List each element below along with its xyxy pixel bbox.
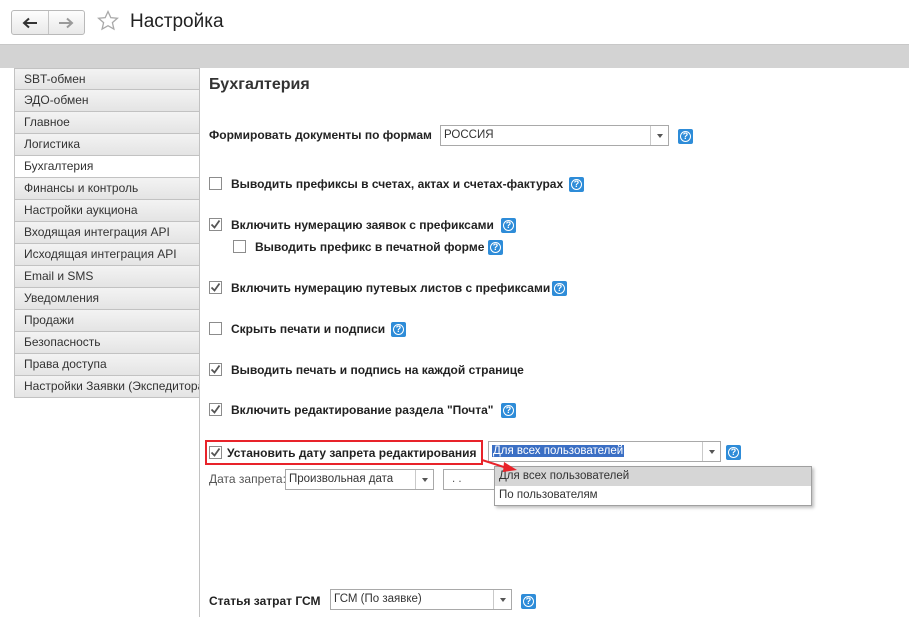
- fuel-cost-value: ГСМ (По заявке): [334, 593, 422, 605]
- ban-date-label: Дата запрета:: [209, 472, 286, 486]
- stamp-each-page-checkbox[interactable]: [209, 363, 222, 376]
- sidebar-item-inbound-api[interactable]: Входящая интеграция API: [14, 222, 200, 244]
- arrow-left-icon: [22, 17, 37, 28]
- checkmark-icon: [210, 282, 221, 292]
- mail-editing-label: Включить редактирование раздела "Почта": [231, 403, 494, 417]
- command-bar: [0, 44, 909, 68]
- order-numbering-checkbox[interactable]: [209, 218, 222, 231]
- star-outline-icon[interactable]: [96, 9, 120, 33]
- annotation-arrow-icon: [481, 450, 517, 472]
- sidebar-item-order-settings[interactable]: Настройки Заявки (Экспедитора): [14, 376, 200, 398]
- sidebar-item-finance[interactable]: Финансы и контроль: [14, 178, 200, 200]
- sidebar-item-sbt-exchange[interactable]: SBT-обмен: [14, 68, 200, 90]
- mail-editing-checkbox[interactable]: [209, 403, 222, 416]
- order-numbering-label: Включить нумерацию заявок с префиксами: [231, 218, 494, 232]
- edit-ban-date-label: Установить дату запрета редактирования: [227, 446, 477, 460]
- sidebar-item-security[interactable]: Безопасность: [14, 332, 200, 354]
- prefixes-in-docs-checkbox[interactable]: [209, 177, 222, 190]
- ban-scope-dropdown: Для всех пользователей По пользователям: [494, 466, 812, 506]
- checkmark-icon: [210, 364, 221, 374]
- section-title: Бухгалтерия: [209, 76, 310, 93]
- help-icon[interactable]: ?: [569, 177, 584, 192]
- doc-forms-label: Формировать документы по формам: [209, 128, 432, 142]
- sidebar-item-main[interactable]: Главное: [14, 112, 200, 134]
- help-icon[interactable]: ?: [488, 240, 503, 255]
- help-icon[interactable]: ?: [726, 445, 741, 460]
- chevron-down-icon[interactable]: [702, 442, 720, 461]
- checkmark-icon: [210, 219, 221, 229]
- help-icon[interactable]: ?: [391, 322, 406, 337]
- fuel-cost-label: Статья затрат ГСМ: [209, 594, 321, 608]
- history-nav: [11, 10, 85, 35]
- hide-stamps-label: Скрыть печати и подписи: [231, 322, 386, 336]
- forward-button[interactable]: [47, 11, 85, 34]
- dropdown-option-all-users[interactable]: Для всех пользователей: [495, 467, 811, 486]
- waybill-numbering-label: Включить нумерацию путевых листов с преф…: [231, 281, 551, 295]
- doc-forms-select[interactable]: РОССИЯ: [440, 125, 669, 146]
- waybill-numbering-checkbox[interactable]: [209, 281, 222, 294]
- help-icon[interactable]: ?: [501, 403, 516, 418]
- doc-forms-value: РОССИЯ: [444, 129, 494, 141]
- sidebar-item-logistics[interactable]: Логистика: [14, 134, 200, 156]
- sidebar-item-email-sms[interactable]: Email и SMS: [14, 266, 200, 288]
- dropdown-option-by-users[interactable]: По пользователям: [495, 486, 811, 505]
- hide-stamps-checkbox[interactable]: [209, 322, 222, 335]
- chevron-down-icon[interactable]: [493, 590, 511, 609]
- ban-date-mode-value: Произвольная дата: [289, 473, 394, 485]
- checkmark-icon: [210, 404, 221, 414]
- print-prefix-checkbox[interactable]: [233, 240, 246, 253]
- help-icon[interactable]: ?: [678, 129, 693, 144]
- chevron-down-icon[interactable]: [650, 126, 668, 145]
- stamp-each-page-label: Выводить печать и подпись на каждой стра…: [231, 363, 524, 377]
- sidebar-item-outbound-api[interactable]: Исходящая интеграция API: [14, 244, 200, 266]
- sidebar-item-auction[interactable]: Настройки аукциона: [14, 200, 200, 222]
- print-prefix-label: Выводить префикс в печатной форме: [255, 240, 485, 254]
- help-icon[interactable]: ?: [521, 594, 536, 609]
- sidebar-divider: [199, 68, 200, 617]
- sidebar-item-sales[interactable]: Продажи: [14, 310, 200, 332]
- window-title: Настройка: [130, 11, 224, 32]
- sidebar-item-access-rights[interactable]: Права доступа: [14, 354, 200, 376]
- sidebar-item-accounting[interactable]: Бухгалтерия: [14, 156, 200, 178]
- checkmark-icon: [210, 447, 221, 457]
- ban-scope-select[interactable]: Для всех пользователей: [488, 441, 721, 462]
- sidebar-item-edo-exchange[interactable]: ЭДО-обмен: [14, 90, 200, 112]
- help-icon[interactable]: ?: [552, 281, 567, 296]
- help-icon[interactable]: ?: [501, 218, 516, 233]
- prefixes-in-docs-label: Выводить префиксы в счетах, актах и счет…: [231, 177, 564, 191]
- ban-date-mode-select[interactable]: Произвольная дата: [285, 469, 434, 490]
- fuel-cost-select[interactable]: ГСМ (По заявке): [330, 589, 512, 610]
- sidebar-item-notifications[interactable]: Уведомления: [14, 288, 200, 310]
- ban-date-input[interactable]: . .: [443, 469, 496, 490]
- edit-ban-date-checkbox[interactable]: [209, 446, 222, 459]
- back-button[interactable]: [12, 11, 48, 34]
- settings-sidebar: SBT-обмен ЭДО-обмен Главное Логистика Бу…: [14, 68, 200, 398]
- arrow-right-icon: [59, 17, 74, 28]
- chevron-down-icon[interactable]: [415, 470, 433, 489]
